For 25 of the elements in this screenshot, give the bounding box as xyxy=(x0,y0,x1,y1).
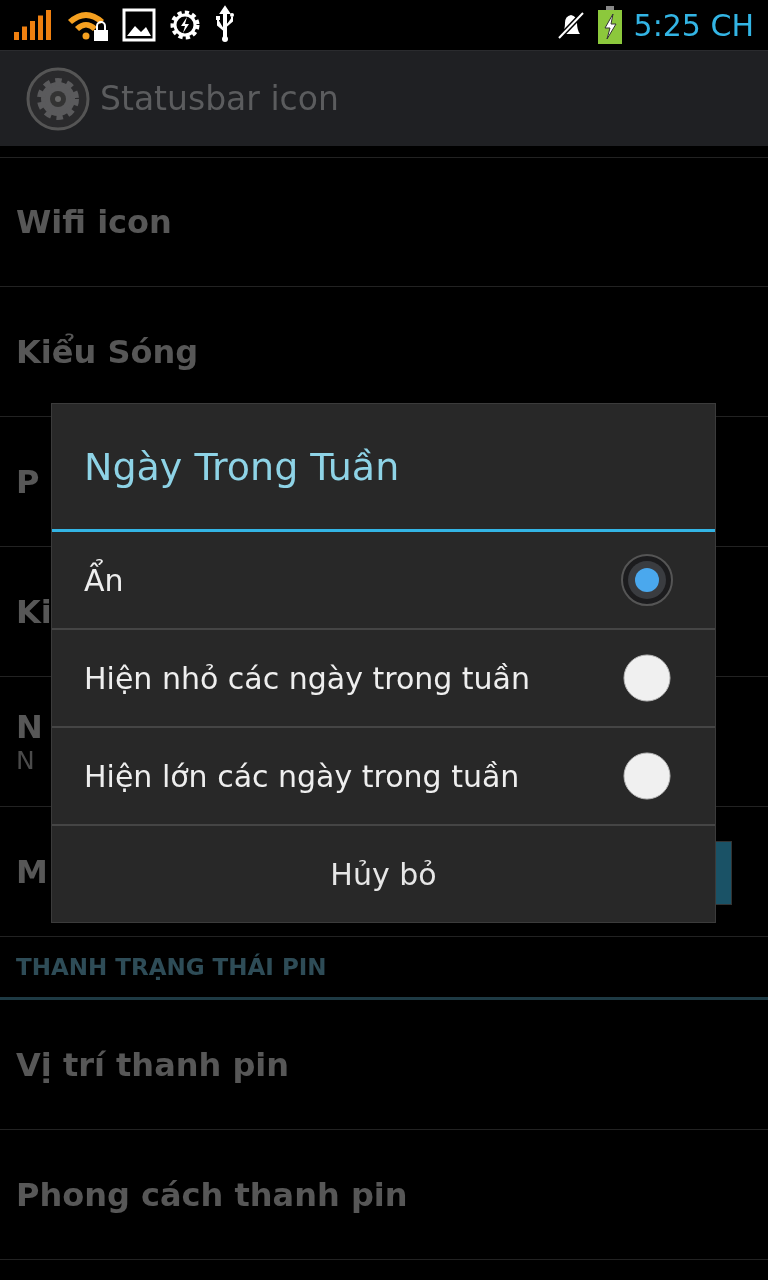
setting-title[interactable]: Wifi icon xyxy=(16,203,172,241)
radio-button[interactable] xyxy=(621,750,673,802)
usb-icon xyxy=(214,5,236,45)
app-title: Statusbar icon xyxy=(100,79,339,118)
radio-button[interactable] xyxy=(621,652,673,704)
setting-title[interactable]: N xyxy=(16,708,43,746)
setting-title[interactable]: Vị trí thanh pin xyxy=(16,1045,290,1084)
radio-button[interactable] xyxy=(621,554,673,606)
clock: 5:25 CH xyxy=(633,7,754,43)
setting-title[interactable]: P xyxy=(16,462,40,501)
setting-title[interactable]: Phong cách thanh pin xyxy=(16,1175,408,1214)
section-header: THANH TRẠNG THÁI PIN xyxy=(16,954,327,980)
setting-title[interactable]: Ki xyxy=(16,592,52,631)
radio-option[interactable]: Hiện nhỏ các ngày trong tuần xyxy=(52,630,715,728)
setting-summary: N xyxy=(16,746,35,775)
dialog-title: Ngày Trong Tuần xyxy=(84,444,400,489)
image-icon xyxy=(122,8,156,42)
muted-bell-icon xyxy=(555,10,586,40)
battery-charging-icon xyxy=(597,6,622,44)
gear-icon[interactable] xyxy=(26,66,90,131)
gear-bolt-icon xyxy=(168,8,202,42)
setting-title[interactable]: M xyxy=(16,852,48,891)
signal-icon xyxy=(14,10,54,40)
setting-title[interactable]: Kiểu Sóng xyxy=(16,332,199,371)
radio-option[interactable]: Ẩn xyxy=(52,532,715,630)
